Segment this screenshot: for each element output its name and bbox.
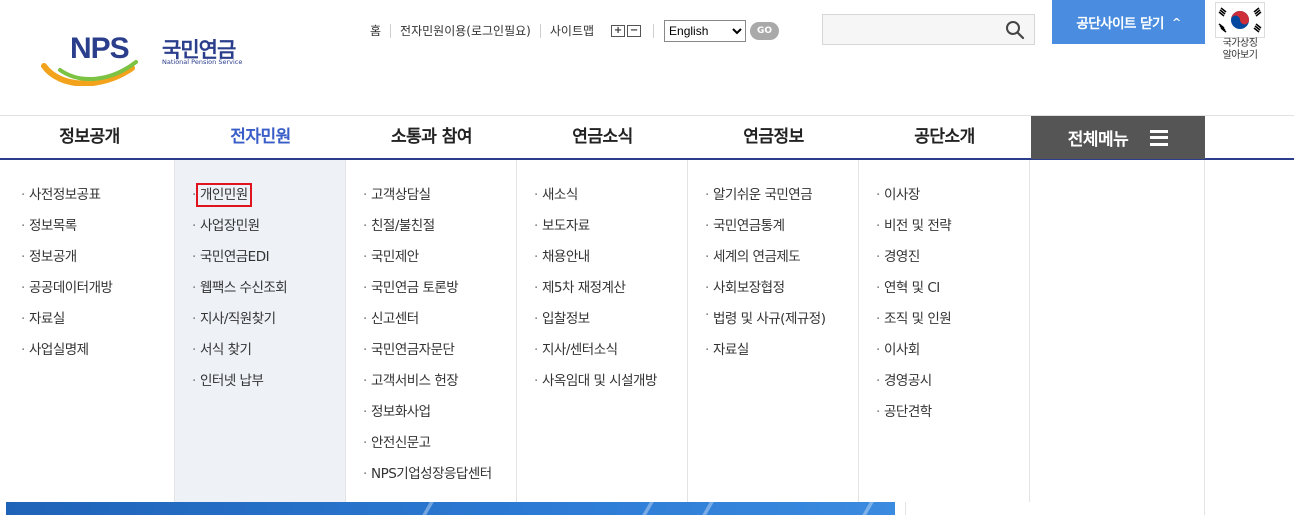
zoom-controls: + − xyxy=(611,24,655,38)
gnb-item-pension-info[interactable]: 연금정보 xyxy=(688,116,859,158)
menu-item[interactable]: 사전정보공표 xyxy=(4,180,174,211)
gnb-item-info-disclosure[interactable]: 정보공개 xyxy=(4,116,175,158)
mega-menu: 사전정보공표 정보목록 정보공개 공공데이터개방 자료실 사업실명제 개인민원 … xyxy=(0,160,1294,515)
menu-item[interactable]: 공단견학 xyxy=(859,397,1029,428)
close-site-label: 공단사이트 닫기 xyxy=(1076,16,1164,32)
menu-column-communication: 고객상담실 친절/불친절 국민제안 국민연금 토론방 신고센터 국민연금자문단 … xyxy=(346,160,517,502)
menu-column-e-civil: 개인민원 사업장민원 국민연금EDI 웹팩스 수신조회 지사/직원찾기 서식 찾… xyxy=(175,160,346,502)
menu-item[interactable]: 자료실 xyxy=(688,335,858,366)
search-input[interactable] xyxy=(823,15,993,44)
chevron-up-icon: ^ xyxy=(1171,15,1181,29)
menu-item[interactable]: 새소식 xyxy=(517,180,687,211)
hamburger-icon xyxy=(1150,129,1169,146)
menu-item[interactable]: 세계의 연금제도 xyxy=(688,242,858,273)
menu-item[interactable]: 입찰정보 xyxy=(517,304,687,335)
menu-column-info-disclosure: 사전정보공표 정보목록 정보공개 공공데이터개방 자료실 사업실명제 xyxy=(4,160,175,502)
banner-stripe xyxy=(702,502,714,515)
menu-item[interactable]: 경영공시 xyxy=(859,366,1029,397)
util-home-link[interactable]: 홈 xyxy=(361,24,390,38)
search-icon[interactable] xyxy=(1005,20,1025,40)
menu-column-pension-news: 새소식 보도자료 채용안내 제5차 재정계산 입찰정보 지사/센터소식 사옥임대… xyxy=(517,160,688,502)
taegukgi-icon xyxy=(1215,2,1265,38)
menu-item[interactable]: 법령 및 사규(제규정) xyxy=(688,304,838,335)
menu-item[interactable]: 고객상담실 xyxy=(346,180,516,211)
nps-logo-mark-icon: NPS xyxy=(41,32,138,86)
language-go-button[interactable]: GO xyxy=(750,22,780,40)
menu-item-personal-civil[interactable]: 개인민원 xyxy=(175,180,345,211)
menu-item[interactable]: 국민제안 xyxy=(346,242,516,273)
banner-stripe xyxy=(422,502,434,515)
banner-stripe xyxy=(862,502,874,515)
menu-item[interactable]: 국민연금 토론방 xyxy=(346,273,516,304)
close-site-button[interactable]: 공단사이트 닫기 ^ xyxy=(1052,0,1205,44)
menu-item[interactable]: 국민연금EDI xyxy=(175,242,345,273)
menu-item[interactable]: 알기쉬운 국민연금 xyxy=(688,180,858,211)
emblem-label-line2: 알아보기 xyxy=(1222,50,1258,61)
search-box xyxy=(822,14,1035,45)
language-select[interactable]: English xyxy=(664,20,747,42)
gnb-item-communication[interactable]: 소통과 참여 xyxy=(346,116,517,158)
menu-item[interactable]: 웹팩스 수신조회 xyxy=(175,273,345,304)
menu-column-about: 이사장 비전 및 전략 경영진 연혁 및 CI 조직 및 인원 이사회 경영공시… xyxy=(859,160,1030,502)
menu-item[interactable]: 서식 찾기 xyxy=(175,335,345,366)
menu-item-personal-civil-label: 개인민원 xyxy=(196,183,252,207)
menu-item[interactable]: 정보목록 xyxy=(4,211,174,242)
zoom-in-button[interactable]: + xyxy=(611,25,626,37)
menu-item[interactable]: 지사/직원찾기 xyxy=(175,304,345,335)
menu-item[interactable]: 사옥임대 및 시설개방 xyxy=(517,366,687,397)
utility-bar: 홈 전자민원이용(로그인필요) 사이트맵 + − English GO xyxy=(361,17,780,45)
side-panel-edge xyxy=(905,502,1205,515)
menu-item[interactable]: 인터넷 납부 xyxy=(175,366,345,397)
menu-item[interactable]: 사회보장협정 xyxy=(688,273,858,304)
menu-column-empty xyxy=(1031,160,1205,502)
menu-item[interactable]: 정보공개 xyxy=(4,242,174,273)
zoom-out-button[interactable]: − xyxy=(627,25,642,37)
menu-item[interactable]: NPS기업성장응답센터 xyxy=(346,459,516,490)
menu-item[interactable]: 자료실 xyxy=(4,304,174,335)
main-banner-strip xyxy=(6,502,895,515)
menu-item[interactable]: 보도자료 xyxy=(517,211,687,242)
menu-item[interactable]: 이사회 xyxy=(859,335,1029,366)
menu-item[interactable]: 공공데이터개방 xyxy=(4,273,174,304)
all-menu-button[interactable]: 전체메뉴 xyxy=(1031,116,1205,159)
logo-english-name: National Pension Service xyxy=(162,58,243,66)
menu-item[interactable]: 정보화사업 xyxy=(346,397,516,428)
menu-item[interactable]: 국민연금자문단 xyxy=(346,335,516,366)
util-sitemap-link[interactable]: 사이트맵 xyxy=(539,24,603,38)
gnb-item-pension-news[interactable]: 연금소식 xyxy=(517,116,688,158)
all-menu-label: 전체메뉴 xyxy=(1067,130,1129,150)
menu-item[interactable]: 채용안내 xyxy=(517,242,687,273)
logo-mark-text: NPS xyxy=(70,32,129,65)
menu-item[interactable]: 지사/센터소식 xyxy=(517,335,687,366)
nps-logo[interactable]: NPS 국민연금 National Pension Service xyxy=(40,30,245,86)
menu-item[interactable]: 이사장 xyxy=(859,180,1029,211)
menu-item[interactable]: 제5차 재정계산 xyxy=(517,273,687,304)
menu-item[interactable]: 경영진 xyxy=(859,242,1029,273)
menu-item[interactable]: 국민연금통계 xyxy=(688,211,858,242)
menu-item[interactable]: 안전신문고 xyxy=(346,428,516,459)
menu-column-pension-info: 알기쉬운 국민연금 국민연금통계 세계의 연금제도 사회보장협정 법령 및 사규… xyxy=(688,160,859,502)
menu-item[interactable]: 비전 및 전략 xyxy=(859,211,1029,242)
national-symbol-link[interactable]: 국가상징 알아보기 xyxy=(1215,2,1265,62)
menu-item[interactable]: 친절/불친절 xyxy=(346,211,516,242)
main-navigation: 정보공개 전자민원 소통과 참여 연금소식 연금정보 공단소개 전체메뉴 xyxy=(0,115,1294,160)
util-e-civil-link[interactable]: 전자민원이용(로그인필요) xyxy=(390,24,540,38)
menu-item[interactable]: 사업장민원 xyxy=(175,211,345,242)
gnb-item-e-civil[interactable]: 전자민원 xyxy=(175,116,346,158)
menu-item[interactable]: 신고센터 xyxy=(346,304,516,335)
menu-item[interactable]: 고객서비스 헌장 xyxy=(346,366,516,397)
menu-item[interactable]: 조직 및 인원 xyxy=(859,304,1029,335)
emblem-label-line1: 국가상징 xyxy=(1222,38,1258,49)
menu-item[interactable]: 사업실명제 xyxy=(4,335,174,366)
banner-stripe xyxy=(642,502,654,515)
gnb-item-about[interactable]: 공단소개 xyxy=(859,116,1030,158)
menu-item[interactable]: 연혁 및 CI xyxy=(859,273,1029,304)
